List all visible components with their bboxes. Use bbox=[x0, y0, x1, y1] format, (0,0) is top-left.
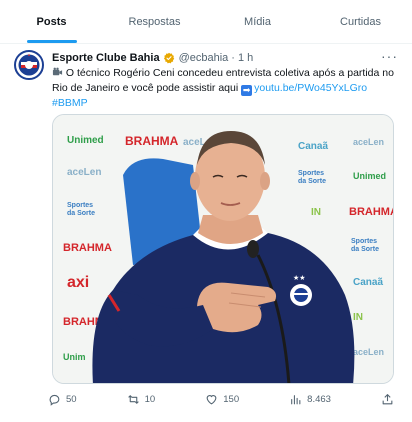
svg-text:★★: ★★ bbox=[293, 274, 306, 282]
tweet-text: O técnico Rogério Ceni concedeu entrevis… bbox=[52, 66, 398, 111]
views-bar-chart-icon bbox=[291, 394, 301, 404]
svg-text:Sportes: Sportes bbox=[298, 170, 324, 177]
video-camera-icon bbox=[52, 67, 63, 78]
retweet-icon bbox=[127, 394, 139, 404]
press-conference-photo: Unimed BRAHMA aceLen Canaã aceLen aceLen… bbox=[53, 115, 394, 383]
more-options-icon[interactable]: ··· bbox=[381, 48, 398, 64]
share-icon bbox=[382, 393, 393, 404]
tab-respostas-label: Respostas bbox=[128, 15, 181, 28]
svg-text:Unimed: Unimed bbox=[353, 171, 386, 181]
bahia-crest-icon bbox=[14, 50, 44, 80]
svg-text:axi: axi bbox=[67, 274, 89, 291]
like-count: 150 bbox=[223, 393, 240, 405]
author-handle[interactable]: @ecbahia bbox=[179, 52, 229, 64]
hashtag-link[interactable]: #BBMP bbox=[52, 97, 88, 109]
svg-text:aceLen: aceLen bbox=[353, 347, 384, 357]
verified-badge-icon bbox=[163, 52, 175, 64]
svg-text:aceLen: aceLen bbox=[67, 167, 101, 178]
retweet-button[interactable]: 10 bbox=[127, 393, 156, 406]
tab-midia-label: Mídia bbox=[244, 15, 271, 28]
retweet-count: 10 bbox=[144, 393, 156, 405]
svg-text:IN: IN bbox=[311, 207, 321, 218]
svg-text:Canaã: Canaã bbox=[298, 141, 328, 152]
tab-respostas[interactable]: Respostas bbox=[103, 0, 206, 43]
tweet-timestamp[interactable]: 1 h bbox=[238, 52, 253, 64]
tweet-actions: 50 10 150 8.463 bbox=[48, 390, 394, 408]
svg-text:Canaã: Canaã bbox=[353, 277, 383, 288]
tweet-link[interactable]: youtu.be/PWo45YxLGro bbox=[254, 82, 367, 94]
svg-text:da Sorte: da Sorte bbox=[67, 210, 95, 217]
tab-midia[interactable]: Mídia bbox=[206, 0, 309, 43]
views-count: 8.463 bbox=[307, 393, 331, 405]
svg-text:BRAHMA: BRAHMA bbox=[349, 206, 394, 218]
svg-text:Sportes: Sportes bbox=[351, 238, 377, 245]
active-tab-indicator bbox=[26, 40, 77, 43]
like-button[interactable]: 150 bbox=[205, 393, 239, 406]
svg-text:IN: IN bbox=[353, 312, 363, 323]
tweet-media-image[interactable]: Unimed BRAHMA aceLen Canaã aceLen aceLen… bbox=[52, 114, 394, 384]
heart-icon bbox=[206, 394, 217, 404]
tweet-header: Esporte Clube Bahia @ecbahia · 1 h bbox=[52, 52, 253, 64]
reply-icon bbox=[49, 394, 60, 406]
views-button[interactable]: 8.463 bbox=[289, 393, 331, 406]
profile-tabs: Posts Respostas Mídia Curtidas bbox=[0, 0, 412, 44]
svg-text:Sportes: Sportes bbox=[67, 202, 93, 209]
svg-text:Unimed: Unimed bbox=[67, 135, 104, 146]
svg-text:da Sorte: da Sorte bbox=[298, 178, 326, 185]
separator-dot: · bbox=[231, 52, 235, 64]
share-button[interactable] bbox=[381, 393, 394, 406]
svg-text:da Sorte: da Sorte bbox=[351, 246, 379, 253]
reply-count: 50 bbox=[66, 393, 77, 405]
reply-button[interactable]: 50 bbox=[48, 393, 77, 406]
author-name[interactable]: Esporte Clube Bahia bbox=[52, 52, 160, 64]
tweet[interactable]: Esporte Clube Bahia @ecbahia · 1 h ··· O… bbox=[0, 44, 412, 422]
svg-text:BRAHMA: BRAHMA bbox=[125, 134, 179, 148]
tab-curtidas-label: Curtidas bbox=[340, 15, 381, 28]
tab-curtidas[interactable]: Curtidas bbox=[309, 0, 412, 43]
tab-posts-label: Posts bbox=[36, 15, 67, 28]
avatar[interactable] bbox=[14, 50, 44, 80]
arrow-right-icon: ➡ bbox=[241, 85, 253, 96]
svg-text:aceLen: aceLen bbox=[353, 137, 384, 147]
svg-text:BRAHMA: BRAHMA bbox=[63, 242, 112, 254]
svg-text:Unim: Unim bbox=[63, 352, 86, 362]
tab-posts[interactable]: Posts bbox=[0, 0, 103, 43]
